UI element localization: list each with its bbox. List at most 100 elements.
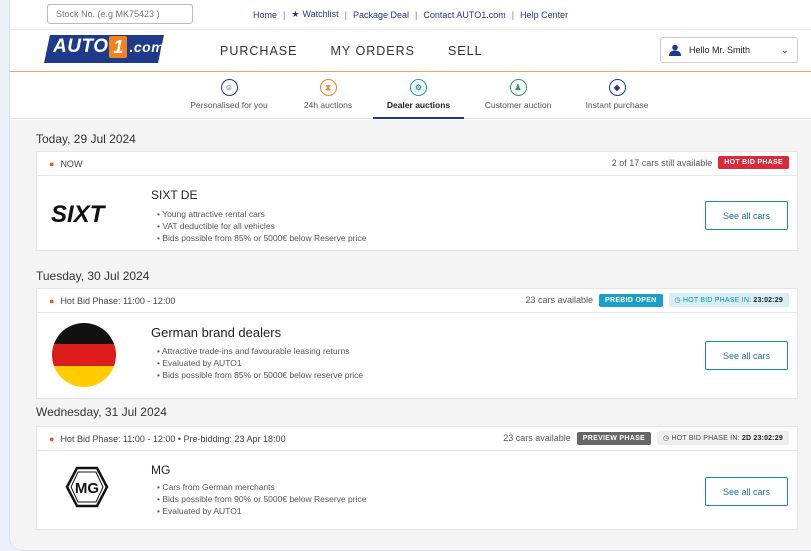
see-all-cars-button[interactable]: See all cars [705,477,788,506]
auction-card-header: ● Hot Bid Phase: 11:00 - 12:00 23 cars a… [37,289,797,313]
sixt-logo-text: SIXT [51,201,107,228]
auction-card-german-dealers: ● Hot Bid Phase: 11:00 - 12:00 23 cars a… [36,288,798,399]
availability-info: 2 of 17 cars still available HOT BID PHA… [612,156,789,169]
status-badge: PREVIEW PHASE [576,431,652,445]
auction-phase: Hot Bid Phase: 11:00 - 12:00 [60,295,176,306]
tab-instant-purchase[interactable]: ◆ Instant purchase [578,79,656,110]
utility-links: Home | ★ Watchlist | Package Deal | Conta… [253,9,568,20]
tab-label: Personalised for you [190,100,268,110]
user-icon [669,44,681,56]
tab-label: Instant purchase [585,100,649,110]
clock-icon: ◷ [674,297,683,304]
person-icon: ☺ [220,79,238,96]
active-tab-indicator [373,117,464,119]
auction-card-body: MG MG • Cars from German merchants • Bid… [37,451,797,530]
logo-com: .com [129,39,165,55]
separator: | [511,9,515,20]
separator: | [283,9,286,20]
flame-icon: ● [49,433,55,444]
tab-personalised[interactable]: ☺ Personalised for you [180,79,278,110]
availability-text: 23 cars available [503,433,571,443]
flame-icon: ● [49,158,55,169]
day-heading: Tuesday, 30 Jul 2024 [36,269,150,283]
auction-card-header: ● NOW 2 of 17 cars still available HOT B… [37,152,797,176]
feature-item: • Bids possible from 85% or 5000€ below … [157,370,364,380]
tab-24h-auctions[interactable]: ⧗ 24h auctions [293,79,363,110]
sixt-logo: SIXT [51,201,107,228]
timer-value: 2D 23:02:29 [741,435,783,442]
auction-phase: Hot Bid Phase: 11:00 - 12:00 • Pre-biddi… [60,433,286,444]
status-badge: PREBID OPEN [599,293,663,307]
watchlist-label: Watchlist [302,9,339,19]
seller-name: MG [151,463,171,477]
auction-card-body: SIXT SIXT DE • Young attractive rental c… [37,176,797,250]
nav-my-orders[interactable]: MY ORDERS [330,44,414,58]
feature-item: • Bids possible from 85% or 5000€ below … [157,233,367,243]
see-all-cars-button[interactable]: See all cars [705,341,788,370]
mg-logo: MG [65,466,109,508]
tab-label: Dealer auctions [386,100,451,110]
tab-label: 24h auctions [303,100,353,110]
see-all-cars-button[interactable]: See all cars [705,201,788,230]
app-frame: Home | ★Watchlist | Package Deal | Conta… [9,0,811,551]
flame-icon: ● [49,295,55,306]
tab-label: Customer auction [484,100,552,110]
logo-one: 1 [109,36,128,58]
countdown-timer: ◷ HOT BID PHASE IN: 23:02:29 [668,293,789,307]
hourglass-icon: ⧗ [319,79,337,96]
user-menu-button[interactable]: Hello Mr. Smith ⌄ [660,37,798,63]
feature-item: • Attractive trade-ins and favourable le… [157,346,350,356]
auction-category-tabs: ☺ Personalised for you ⧗ 24h auctions ⚙ … [10,72,811,119]
main-nav: PURCHASE MY ORDERS SELL [220,44,516,58]
auction-phase: NOW [60,158,83,169]
feature-item: • VAT deductible for all vehicles [157,221,275,231]
feature-item: • Bids possible from 90% or 5000€ below … [157,494,367,504]
availability-info: 23 cars available PREBID OPEN ◷ HOT BID … [525,293,789,307]
contact-link[interactable]: Contact AUTO1.com [423,10,505,20]
auction-card-sixt: ● NOW 2 of 17 cars still available HOT B… [36,151,798,251]
logo-auto: AUTO [53,36,109,57]
availability-text: 23 cars available [525,295,593,305]
separator: | [415,9,418,20]
auction-card-mg: ● Hot Bid Phase: 11:00 - 12:00 • Pre-bid… [36,426,798,530]
availability-text: 2 of 17 cars still available [611,157,713,168]
german-flag-logo [52,323,116,387]
feature-item: • Cars from German merchants [157,482,275,492]
user-greeting: Hello Mr. Smith [689,45,751,55]
timer-label: HOT BID PHASE IN: [671,435,740,442]
main-header: AUTO 1 .com PURCHASE MY ORDERS SELL Hello … [10,30,811,72]
chevron-down-icon: ⌄ [780,44,789,56]
utility-bar: Home | ★Watchlist | Package Deal | Conta… [10,0,811,30]
tab-dealer-auctions[interactable]: ⚙ Dealer auctions [373,79,464,110]
tab-customer-auction[interactable]: ♟ Customer auction [480,79,556,110]
countdown-timer: ◷ HOT BID PHASE IN: 2D 23:02:29 [657,431,789,445]
help-center-link[interactable]: Help Center [520,10,568,20]
status-badge: HOT BID PHASE [718,156,789,169]
package-deal-link[interactable]: Package Deal [353,10,409,20]
stock-number-search-input[interactable] [47,4,193,24]
logo-text: AUTO 1 .com [53,36,164,58]
star-icon: ★ [291,9,300,19]
nav-sell[interactable]: SELL [448,44,483,58]
auction-list: Today, 29 Jul 2024 ● NOW 2 of 17 cars st… [10,120,811,550]
feature-item: • Evaluated by AUTO1 [157,358,242,368]
home-link[interactable]: Home [253,10,277,20]
availability-info: 23 cars available PREVIEW PHASE ◷ HOT BI… [503,431,789,445]
separator: | [344,9,347,20]
mg-logo-text: MG [75,480,99,497]
timer-label: HOT BID PHASE IN: [682,297,752,304]
tag-icon: ◆ [608,79,626,96]
timer-value: 23:02:29 [753,297,783,304]
feature-item: • Young attractive rental cars [157,209,265,219]
auto1-logo[interactable]: AUTO 1 .com [44,35,164,63]
seller-name: German brand dealers [151,325,282,340]
auction-card-body: German brand dealers • Attractive trade-… [37,313,797,399]
day-heading: Wednesday, 31 Jul 2024 [36,405,167,419]
seller-name: SIXT DE [151,188,198,202]
nav-purchase[interactable]: PURCHASE [220,44,297,58]
dealer-icon: ⚙ [410,79,427,96]
day-heading: Today, 29 Jul 2024 [36,132,136,146]
feature-item: • Evaluated by AUTO1 [157,506,242,516]
watchlist-link[interactable]: ★ Watchlist [291,9,338,20]
auction-card-header: ● Hot Bid Phase: 11:00 - 12:00 • Pre-bid… [37,427,797,451]
